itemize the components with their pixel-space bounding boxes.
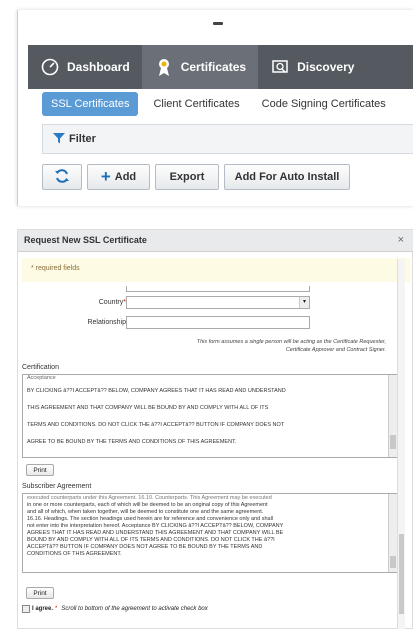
cert-line: TERMS AND CONDITIONS. DO NOT CLICK THE â… bbox=[27, 422, 285, 428]
required-note-text: * required fields bbox=[31, 265, 80, 272]
cert-line: AGREE TO BE BOUND BY THE TERMS AND CONDI… bbox=[27, 439, 237, 445]
certification-heading: Certification bbox=[22, 364, 59, 371]
tab-label: Certificates bbox=[180, 60, 247, 74]
cert-line: Acceptance bbox=[27, 375, 56, 381]
agreement-line: BOUND BY AND COMPLY WITH ALL OF ITS TERM… bbox=[27, 537, 275, 543]
country-label: Country* bbox=[98, 299, 126, 306]
tab-certificates[interactable]: Certificates bbox=[141, 45, 259, 89]
scroll-thumb[interactable] bbox=[390, 435, 396, 449]
dialog-title: Request New SSL Certificate bbox=[18, 230, 413, 252]
relationship-label: Relationship bbox=[87, 319, 126, 326]
print-button[interactable]: Print bbox=[26, 464, 54, 476]
agreement-line: AGREES THAT IT HAS READ AND UNDERSTAND T… bbox=[27, 530, 284, 536]
tab-discovery[interactable]: Discovery bbox=[258, 45, 366, 89]
request-ssl-dialog: Request New SSL Certificate × * required… bbox=[17, 229, 413, 629]
form-note: This form assumes a single person will b… bbox=[196, 339, 386, 353]
dialog-scroll-thumb[interactable] bbox=[399, 534, 404, 614]
filter-bar[interactable]: Filter bbox=[42, 124, 413, 154]
add-button[interactable]: + Add bbox=[87, 164, 150, 190]
agree-checkbox[interactable] bbox=[22, 605, 30, 613]
refresh-button[interactable] bbox=[42, 164, 82, 190]
scrollbar[interactable] bbox=[388, 375, 397, 457]
agree-row: I agree. * Scroll to bottom of the agreem… bbox=[22, 605, 208, 613]
subscriber-agreement-heading: Subscriber Agreement bbox=[22, 483, 92, 490]
plus-icon: + bbox=[100, 167, 111, 186]
scan-icon bbox=[270, 57, 290, 77]
print-button[interactable]: Print bbox=[26, 587, 54, 599]
tab-dashboard[interactable]: Dashboard bbox=[28, 45, 142, 89]
cert-line: BY CLICKING â??I ACCEPTâ?? BELOW, COMPAN… bbox=[27, 388, 286, 394]
agreement-line: not enter into the interpretation hereof… bbox=[27, 523, 284, 529]
certification-textbox[interactable]: Acceptance BY CLICKING â??I ACCEPTâ?? BE… bbox=[22, 374, 398, 458]
agreement-line: executed counterparts under this Agreeme… bbox=[27, 495, 272, 501]
cert-line: THIS AGREEMENT AND THAT COMPANY WILL BE … bbox=[27, 405, 269, 411]
agreement-line: CONDITIONS OF THIS AGREEMENT. bbox=[27, 551, 122, 557]
add-label: Add bbox=[114, 171, 137, 183]
close-icon[interactable]: × bbox=[398, 234, 404, 246]
add-for-auto-install-button[interactable]: Add For Auto Install bbox=[224, 164, 350, 190]
chevron-down-icon: ▾ bbox=[299, 297, 309, 308]
drag-handle[interactable] bbox=[213, 22, 223, 25]
refresh-icon bbox=[54, 168, 70, 187]
dialog-scrollbar[interactable] bbox=[397, 259, 405, 629]
scrollbar[interactable] bbox=[388, 494, 397, 572]
subtab-client[interactable]: Client Certificates bbox=[144, 92, 248, 116]
agreement-line: 16.16. Headings. The section headings us… bbox=[27, 516, 274, 522]
filter-label: Filter bbox=[69, 133, 96, 145]
certificates-panel: Dashboard Certificates Discovery SSL Cer… bbox=[17, 10, 413, 206]
relationship-field[interactable] bbox=[126, 316, 310, 329]
tab-label: Discovery bbox=[297, 60, 355, 74]
subscriber-agreement-textbox[interactable]: executed counterparts under this Agreeme… bbox=[22, 493, 398, 573]
required-fields-note: * required fields bbox=[22, 258, 410, 282]
agree-hint: Scroll to bottom of the agreement to act… bbox=[61, 606, 208, 612]
action-toolbar: + Add Export Add For Auto Install bbox=[42, 164, 350, 190]
main-nav: Dashboard Certificates Discovery bbox=[28, 45, 413, 89]
ribbon-icon bbox=[154, 57, 174, 77]
previous-field[interactable] bbox=[126, 286, 310, 292]
export-button[interactable]: Export bbox=[155, 164, 219, 190]
scroll-thumb[interactable] bbox=[390, 556, 396, 568]
certificate-type-tabs: SSL Certificates Client Certificates Cod… bbox=[42, 92, 395, 116]
agreement-line: ACCEPTâ?? BUTTON IF COMPANY DOES NOT AGR… bbox=[27, 544, 263, 550]
agreement-line: and all of which, when taken together, w… bbox=[27, 509, 264, 515]
subtab-ssl[interactable]: SSL Certificates bbox=[42, 92, 139, 116]
gauge-icon bbox=[40, 57, 60, 77]
tab-label: Dashboard bbox=[67, 60, 130, 74]
agree-label: I agree. bbox=[32, 606, 54, 612]
subtab-code-signing[interactable]: Code Signing Certificates bbox=[253, 92, 395, 116]
country-select[interactable]: ▾ bbox=[126, 296, 310, 309]
agreement-line: in one or more counterparts, each of whi… bbox=[27, 502, 268, 508]
filter-icon bbox=[53, 132, 65, 147]
